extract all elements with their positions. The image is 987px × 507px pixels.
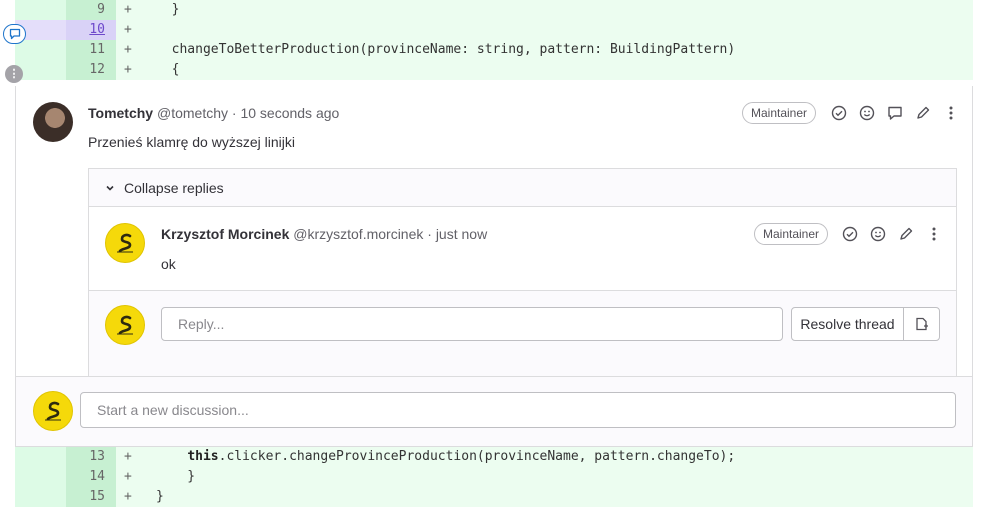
reply-actions bbox=[841, 225, 943, 243]
snake-logo-icon bbox=[117, 233, 133, 253]
code-text: .clicker.changeProvinceProduction(provin… bbox=[218, 449, 736, 464]
note-author: Tometchy @tometchy · 10 seconds ago bbox=[88, 105, 339, 121]
edit-icon[interactable] bbox=[914, 104, 932, 122]
new-discussion: Start a new discussion... bbox=[15, 376, 973, 446]
author-name[interactable]: Krzysztof Morcinek bbox=[161, 226, 289, 242]
avatar bbox=[105, 305, 145, 345]
author-name[interactable]: Tometchy bbox=[88, 105, 153, 121]
role-badge: Maintainer bbox=[742, 102, 817, 124]
line-number[interactable]: 12 bbox=[66, 60, 116, 80]
diff-line: 15 +} bbox=[15, 487, 973, 507]
snake-logo-icon bbox=[117, 315, 133, 335]
new-issue-icon[interactable] bbox=[903, 307, 940, 341]
edit-icon[interactable] bbox=[897, 225, 915, 243]
resolve-icon[interactable] bbox=[830, 104, 848, 122]
avatar[interactable] bbox=[105, 223, 145, 263]
resolve-icon[interactable] bbox=[841, 225, 859, 243]
reply-input[interactable]: Reply... bbox=[161, 307, 783, 341]
diff-line: 14 + } bbox=[15, 467, 973, 487]
new-discussion-input[interactable]: Start a new discussion... bbox=[80, 392, 956, 428]
role-badge: Maintainer bbox=[754, 223, 829, 245]
note-timestamp[interactable]: · just now bbox=[427, 226, 487, 242]
line-number[interactable]: 9 bbox=[66, 0, 116, 20]
code-text: { bbox=[156, 62, 180, 77]
note-actions bbox=[830, 104, 960, 122]
reply-body: ok bbox=[161, 256, 176, 272]
code-text: changeToBetterProduction(provinceName: s… bbox=[156, 42, 736, 57]
diff-line: 13 + this.clicker.changeProvinceProducti… bbox=[15, 447, 973, 467]
code-text: } bbox=[156, 489, 164, 504]
code-keyword: this bbox=[187, 449, 219, 464]
avatar[interactable] bbox=[33, 102, 73, 142]
note-body: Przenieś klamrę do wyższej linijki bbox=[88, 134, 295, 150]
collapse-replies-toggle[interactable]: Collapse replies bbox=[89, 169, 956, 207]
chevron-down-icon bbox=[106, 185, 114, 191]
collapse-replies-label: Collapse replies bbox=[124, 179, 224, 196]
emoji-icon[interactable] bbox=[869, 225, 887, 243]
line-number[interactable]: 11 bbox=[66, 40, 116, 60]
line-number[interactable]: 13 bbox=[66, 447, 116, 467]
note-timestamp[interactable]: · 10 seconds ago bbox=[232, 105, 339, 121]
diff-line: 12 + { bbox=[15, 60, 973, 80]
diff-top: 9 + } 10 + 11 + changeToBetterProduction… bbox=[15, 0, 973, 86]
reply-icon[interactable] bbox=[886, 104, 904, 122]
line-number[interactable]: 14 bbox=[66, 467, 116, 487]
collapsed-discussion-icon[interactable]: ⋮ bbox=[5, 65, 23, 83]
avatar bbox=[33, 391, 73, 431]
more-actions-icon[interactable] bbox=[942, 104, 960, 122]
diff-bottom: 13 + this.clicker.changeProvinceProducti… bbox=[15, 446, 973, 507]
add-comment-icon[interactable] bbox=[3, 24, 26, 44]
code-text: } bbox=[156, 469, 196, 484]
snake-logo-icon bbox=[45, 401, 61, 421]
diff-line: 9 + } bbox=[15, 0, 973, 20]
diff-line: 10 + bbox=[15, 20, 973, 40]
more-actions-icon[interactable] bbox=[925, 225, 943, 243]
line-number[interactable]: 15 bbox=[66, 487, 116, 507]
resolve-thread-button[interactable]: Resolve thread bbox=[791, 307, 904, 341]
author-handle[interactable]: @tometchy bbox=[157, 105, 228, 121]
reply-note: Krzysztof Morcinek @krzysztof.morcinek ·… bbox=[89, 207, 956, 291]
author-handle[interactable]: @krzysztof.morcinek bbox=[293, 226, 423, 242]
emoji-icon[interactable] bbox=[858, 104, 876, 122]
diff-line: 11 + changeToBetterProduction(provinceNa… bbox=[15, 40, 973, 60]
line-number[interactable]: 10 bbox=[66, 20, 116, 40]
reply-author: Krzysztof Morcinek @krzysztof.morcinek ·… bbox=[161, 226, 487, 242]
code-text: } bbox=[156, 2, 180, 17]
